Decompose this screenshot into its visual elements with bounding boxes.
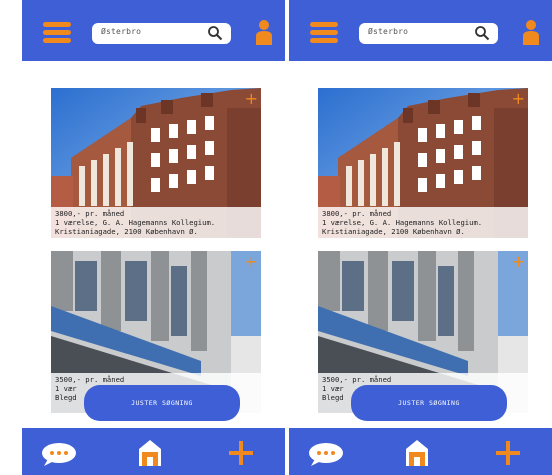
listing-card[interactable]: + 3800,- pr. måned 1 værelse, G. A. Hage… xyxy=(51,88,261,238)
search-icon[interactable] xyxy=(474,25,490,41)
search-text: Østerbro xyxy=(368,27,409,36)
listing-price: 3500,- pr. måned xyxy=(55,375,125,384)
bottom-bar xyxy=(22,428,285,475)
chat-icon[interactable] xyxy=(307,442,345,466)
listing-address: Kristianiagade, 2100 København Ø. xyxy=(322,227,465,237)
search-icon[interactable] xyxy=(207,25,223,41)
phone-screen-right: Østerbro + 3800,- pr. måned 1 værelse, G… xyxy=(289,0,552,475)
bottom-bar xyxy=(289,428,552,475)
top-bar: Østerbro xyxy=(289,0,552,61)
listing-price: 3800,- pr. måned xyxy=(55,209,125,218)
adjust-search-button[interactable]: JUSTER SØGNING xyxy=(84,385,240,421)
listing-card[interactable]: + 3800,- pr. måned 1 værelse, G. A. Hage… xyxy=(318,88,528,238)
menu-icon[interactable] xyxy=(310,22,338,44)
search-text: Østerbro xyxy=(101,27,142,36)
listing-caption: 3800,- pr. måned 1 værelse, G. A. Hagema… xyxy=(318,207,528,238)
listing-description: 1 værelse, G. A. Hagemanns Kollegium. xyxy=(55,218,216,228)
add-favorite-icon[interactable]: + xyxy=(245,91,258,107)
listing-address: Kristianiagade, 2100 København Ø. xyxy=(55,227,198,237)
menu-icon[interactable] xyxy=(43,22,71,44)
search-input[interactable]: Østerbro xyxy=(92,23,231,44)
listing-price: 3500,- pr. måned xyxy=(322,375,392,384)
listing-description: 1 værelse, G. A. Hagemanns Kollegium. xyxy=(322,218,483,228)
add-favorite-icon[interactable]: + xyxy=(512,254,525,270)
phone-screen-left: Østerbro + 3800,- pr. måned 1 værelse, G… xyxy=(22,0,285,475)
person-icon[interactable] xyxy=(255,19,273,45)
listing-price: 3800,- pr. måned xyxy=(322,209,392,218)
home-icon[interactable] xyxy=(406,440,428,466)
search-input[interactable]: Østerbro xyxy=(359,23,498,44)
add-icon[interactable] xyxy=(229,441,253,465)
add-favorite-icon[interactable]: + xyxy=(245,254,258,270)
chat-icon[interactable] xyxy=(40,442,78,466)
top-bar: Østerbro xyxy=(22,0,285,61)
add-icon[interactable] xyxy=(496,441,520,465)
person-icon[interactable] xyxy=(522,19,540,45)
listing-caption: 3800,- pr. måned 1 værelse, G. A. Hagema… xyxy=(51,207,261,238)
add-favorite-icon[interactable]: + xyxy=(512,91,525,107)
home-icon[interactable] xyxy=(139,440,161,466)
adjust-search-button[interactable]: JUSTER SØGNING xyxy=(351,385,507,421)
